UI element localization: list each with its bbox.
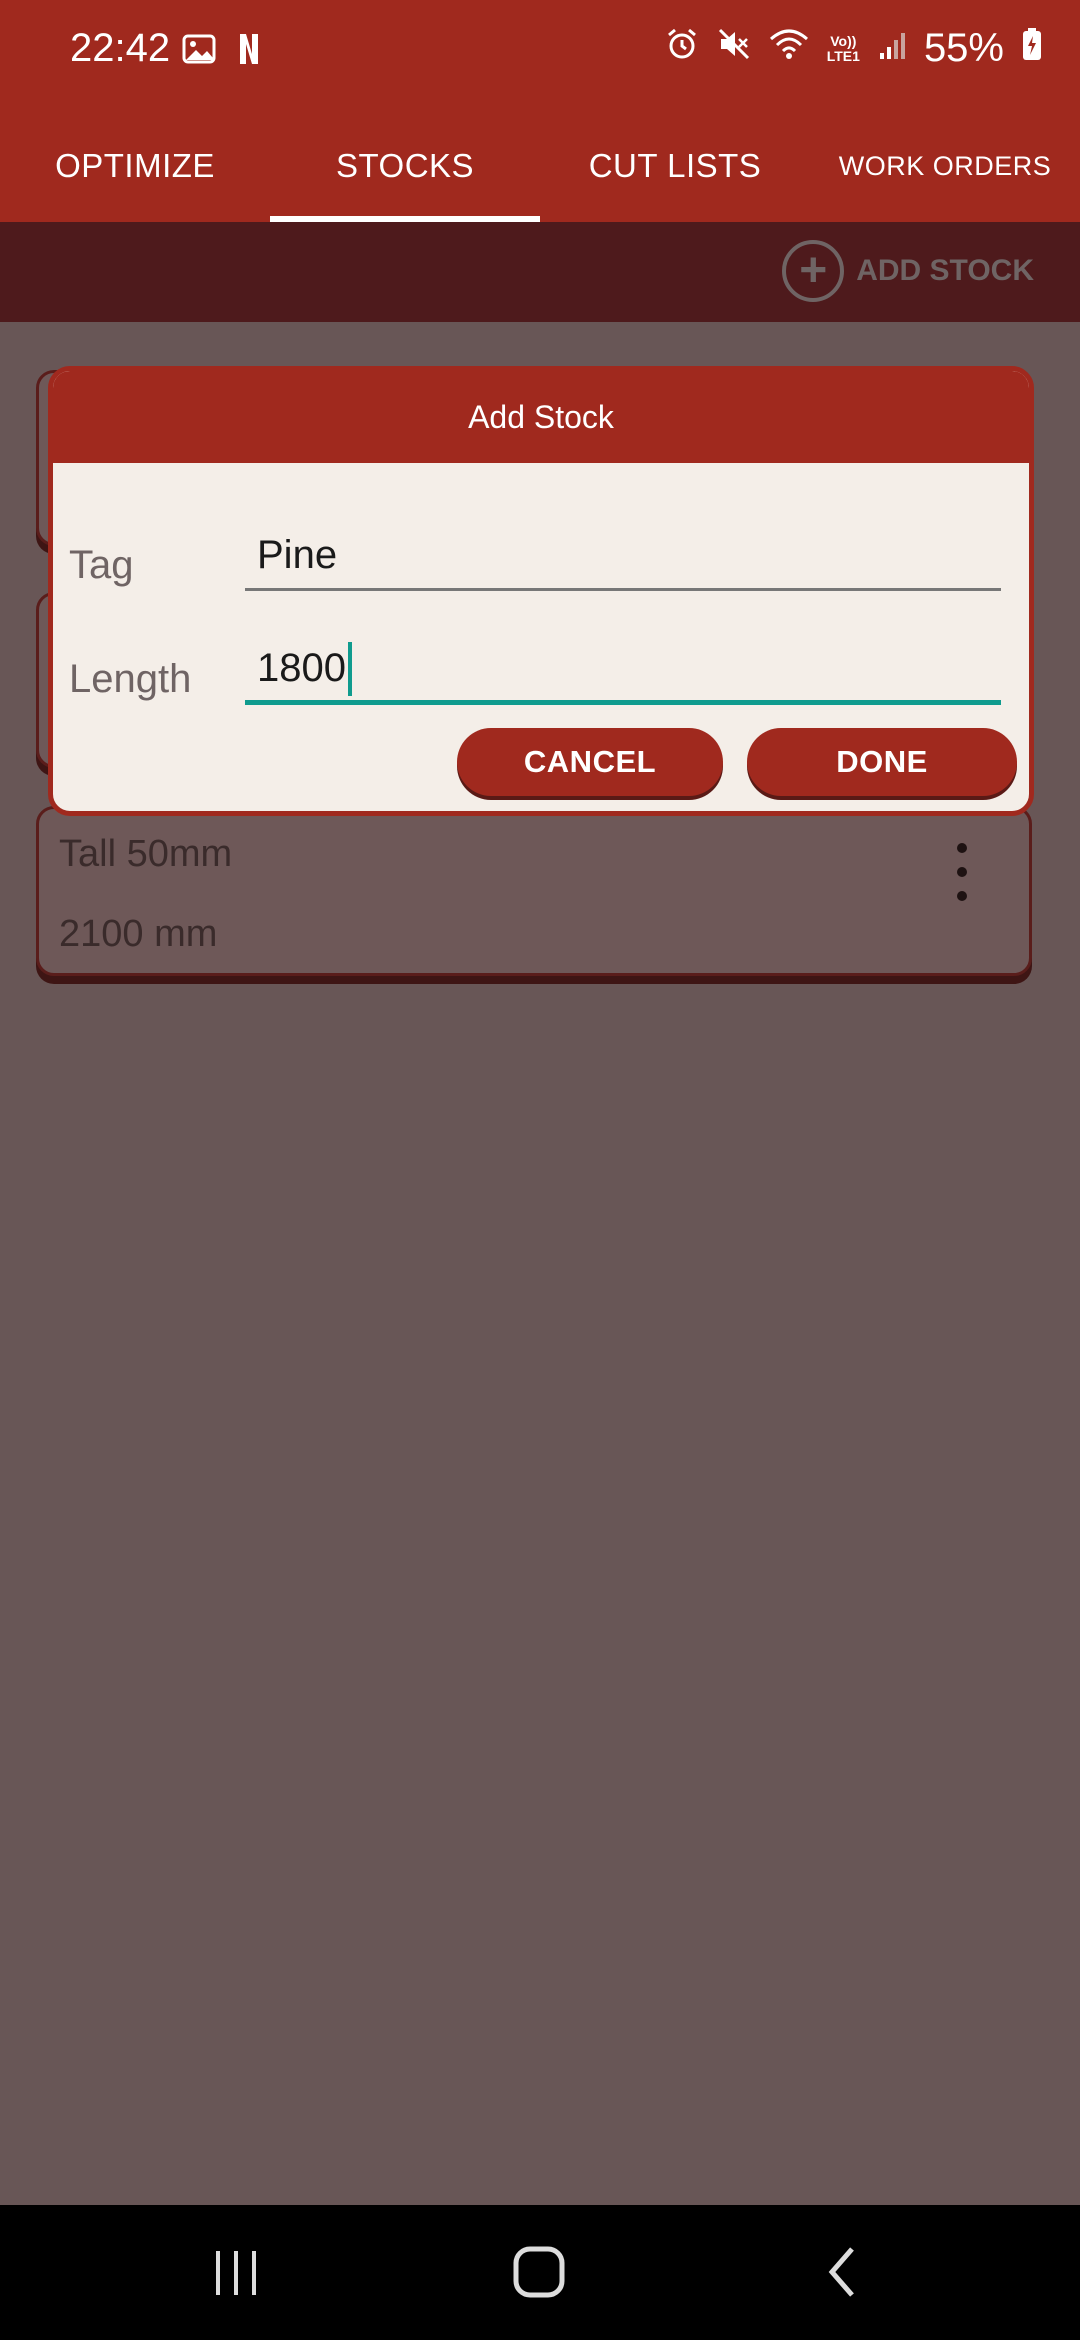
stock-card-title: Tall 50mm (59, 833, 233, 875)
tab-stocks[interactable]: STOCKS (270, 110, 540, 222)
stock-card-length: 2100 mm (59, 913, 218, 955)
toolbar: + ADD STOCK (0, 222, 1080, 322)
back-icon[interactable] (822, 2241, 862, 2306)
add-stock-label: ADD STOCK (856, 254, 1034, 287)
mute-icon (717, 26, 751, 71)
more-options-icon[interactable] (957, 843, 967, 915)
add-circle-icon: + (782, 240, 845, 302)
wifi-icon (769, 26, 809, 71)
tag-row: Tag Pine (69, 523, 1001, 603)
netflix-icon (238, 32, 260, 71)
battery-icon (1022, 26, 1042, 71)
cancel-button[interactable]: CANCEL (457, 728, 723, 796)
signal-icon (878, 26, 906, 71)
length-row: Length 1800 (69, 637, 1001, 717)
tab-optimize[interactable]: OPTIMIZE (0, 110, 270, 222)
battery-percent: 55% (923, 26, 1004, 70)
text-cursor (347, 641, 352, 696)
navigation-bar (0, 2205, 1080, 2340)
status-time: 22:42 (70, 26, 171, 70)
home-icon[interactable] (510, 2241, 570, 2306)
tab-work-orders[interactable]: WORK ORDERS (810, 110, 1080, 222)
tab-cut-lists[interactable]: CUT LISTS (540, 110, 810, 222)
volte-icon: Vo)) LTE1 (826, 32, 860, 64)
stock-card[interactable]: Tall 50mm 2100 mm (36, 806, 1032, 976)
tag-input[interactable]: Pine (245, 523, 1001, 591)
length-label: Length (69, 657, 192, 701)
tag-label: Tag (69, 543, 134, 587)
add-stock-dialog: Add Stock Tag Pine Length 1800 CANCEL DO… (48, 366, 1034, 816)
tab-bar: OPTIMIZE STOCKS CUT LISTS WORK ORDERS (0, 110, 1080, 222)
length-input[interactable]: 1800 (245, 637, 1001, 705)
tag-value: Pine (257, 533, 338, 577)
recent-apps-icon[interactable] (212, 2241, 262, 2306)
add-stock-button[interactable]: + ADD STOCK (782, 240, 1034, 302)
done-button[interactable]: DONE (747, 728, 1017, 796)
alarm-icon (665, 26, 699, 71)
dialog-title: Add Stock (53, 371, 1029, 463)
gallery-icon (182, 34, 216, 69)
length-value: 1800 (257, 646, 346, 690)
status-bar: 22:42 Vo)) LTE1 55% (0, 0, 1080, 110)
